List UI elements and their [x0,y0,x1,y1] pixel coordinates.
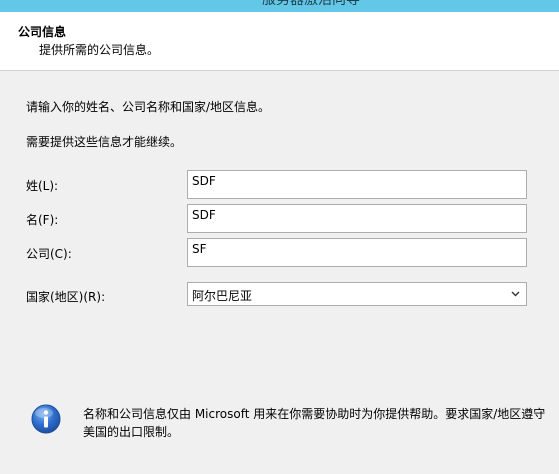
page-subtitle: 提供所需的公司信息。 [39,43,160,57]
company-label: 公司(C): [26,247,72,261]
last-name-label: 姓(L): [26,179,59,193]
country-select[interactable]: 阿尔巴尼亚 [187,282,527,306]
page-header: 公司信息 提供所需的公司信息。 [0,12,559,71]
first-name-input[interactable]: SDF [187,204,527,233]
window-title-bar[interactable]: 服务器激活向导 [0,0,559,12]
intro-line-2: 需要提供这些信息才能继续。 [26,135,183,149]
info-icon [31,404,61,434]
page-title: 公司信息 [18,25,67,39]
first-name-label: 名(F): [26,213,59,227]
chevron-down-icon [511,291,520,297]
country-label: 国家(地区)(R): [26,290,106,304]
intro-line-1: 请输入你的姓名、公司名称和国家/地区信息。 [26,100,271,114]
company-input[interactable]: SF [187,238,527,267]
window-title: 服务器激活向导 [262,0,360,8]
info-message: 名称和公司信息仅由 Microsoft 用来在你需要协助时为你提供帮助。要求国家… [83,407,546,439]
country-select-value: 阿尔巴尼亚 [192,289,253,303]
last-name-input[interactable]: SDF [187,170,527,199]
